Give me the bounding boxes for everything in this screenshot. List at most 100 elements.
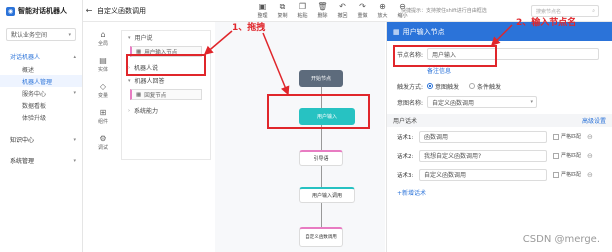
strict-match-checkbox[interactable]	[553, 171, 559, 178]
utterance-section-header: 用户话术 高级设置	[387, 114, 612, 127]
strict-match-label: 严格匹配	[561, 153, 582, 159]
trigger-row: 触发方式: 意图触发 条件触发	[387, 78, 612, 94]
utterance-label: 话术3:	[397, 172, 414, 179]
utterance-input[interactable]: 自定义函数调用	[419, 168, 547, 181]
lib-section-system[interactable]: › 系统能力	[122, 104, 210, 117]
vtab-component[interactable]: ⊞ 组件	[93, 108, 113, 134]
toolbar-button-copy[interactable]: ⧉ 复制	[273, 2, 292, 19]
flow-node-start[interactable]: 开始节点	[299, 70, 343, 87]
utterance-row: 话术3: 自定义函数调用 严格匹配 ⊖	[387, 165, 612, 184]
utterance-input[interactable]: 函数调用	[419, 130, 547, 143]
strict-match-label: 严格匹配	[561, 172, 582, 178]
left-sidebar: ◉ 智能对话机器人 默认业务空间 ▾ 对话机器人 ▴ 概述 机器人管理 服务中心…	[0, 0, 83, 252]
card-icon: ▤	[99, 56, 107, 65]
intent-select[interactable]: 自定义函数调用 ▾	[427, 96, 537, 108]
canvas-toolbar: ▣ 整理 ⧉ 复制 ❐ 粘贴 🗑 删除 ↶ 撤回 ↷ 重做 ⊕ 放大 ⊖ 缩小	[253, 2, 412, 19]
connector-line	[321, 203, 322, 227]
toolbar-button-paste[interactable]: ❐ 粘贴	[293, 2, 312, 19]
logo: ◉ 智能对话机器人	[0, 0, 82, 22]
trigger-option-condition[interactable]: 条件触发	[469, 82, 501, 91]
delete-icon: 🗑	[317, 2, 328, 11]
robot-icon: ◉	[6, 6, 15, 16]
node-library-panel: ▾ 用户说 ▦ 用户输入节点 › 机器人说 ▾ 机器人回答 ▦ 回复节点 › 系…	[121, 30, 211, 160]
nav-item-dashboard[interactable]: 数据看板	[0, 99, 82, 111]
chevron-down-icon: ▾	[128, 77, 131, 84]
nav-head-bot[interactable]: 对话机器人 ▴	[0, 50, 82, 63]
chevron-down-icon: ▾	[128, 34, 131, 41]
grid-icon: ▦	[393, 27, 400, 36]
copy-icon: ⧉	[279, 2, 286, 11]
utterance-input[interactable]: 我想自定义函数调用?	[419, 149, 547, 162]
toolbar-button-zoom-in[interactable]: ⊕ 放大	[373, 2, 392, 19]
nav-group-knowledge: 知识中心 ▾	[0, 133, 82, 146]
toolbar-button-redo[interactable]: ↷ 重做	[353, 2, 372, 19]
annotation-box-node-name	[393, 45, 497, 67]
trigger-option-intent[interactable]: 意图触发	[427, 82, 459, 91]
nav-group-bot: 对话机器人 ▴ 概述 机器人管理 服务中心 ▾ 数据看板 体验升级	[0, 50, 82, 123]
undo-icon: ↶	[339, 2, 346, 11]
delete-icon[interactable]: ⊖	[587, 152, 593, 160]
lib-node-reply[interactable]: ▦ 回复节点	[130, 89, 202, 100]
business-space-select[interactable]: 默认业务空间 ▾	[6, 28, 76, 41]
delete-icon[interactable]: ⊖	[587, 171, 593, 179]
utterance-label: 话术2:	[397, 153, 414, 160]
variable-icon: ◇	[99, 82, 107, 91]
connector-line	[321, 166, 322, 187]
annotation-box-canvas-node	[267, 94, 370, 129]
radio-icon	[469, 83, 476, 89]
add-utterance-link[interactable]: +新增话术	[397, 188, 426, 197]
chevron-down-icon: ▾	[68, 31, 71, 38]
vtab-debug[interactable]: ⚙ 调试	[93, 134, 113, 160]
redo-icon: ↷	[359, 2, 366, 11]
annotation-drag: 1、拖拽	[232, 23, 266, 33]
utterance-row: 话术1: 函数调用 严格匹配 ⊖	[387, 127, 612, 146]
toolbar-button-save[interactable]: ▣ 整理	[253, 2, 272, 19]
strict-match-checkbox[interactable]	[553, 152, 559, 159]
logo-text: 智能对话机器人	[18, 7, 67, 15]
vtab-home[interactable]: ⌂ 全局	[93, 30, 113, 56]
strict-match-checkbox[interactable]	[553, 133, 559, 140]
strict-match-label: 严格匹配	[561, 134, 582, 140]
app-root: ◉ 智能对话机器人 默认业务空间 ▾ 对话机器人 ▴ 概述 机器人管理 服务中心…	[0, 0, 612, 252]
flow-node-guide[interactable]: 引导语	[299, 150, 343, 166]
flow-node-custom-function[interactable]: 自定义函数调用	[299, 227, 343, 247]
watermark: CSDN @merge.	[522, 234, 600, 245]
back-arrow-icon[interactable]: ←	[83, 6, 95, 15]
nav-item-bot-manage[interactable]: 机器人管理	[0, 75, 82, 87]
nav-item-overview[interactable]: 概述	[0, 63, 82, 75]
chevron-up-icon: ▴	[73, 53, 76, 60]
nav-head-knowledge[interactable]: 知识中心 ▾	[0, 133, 82, 146]
advanced-settings-link[interactable]: 高级设置	[582, 116, 606, 125]
chevron-right-icon: ›	[128, 107, 130, 114]
home-icon: ⌂	[100, 30, 106, 39]
utterance-row: 话术2: 我想自定义函数调用? 严格匹配 ⊖	[387, 146, 612, 165]
vtab-variable[interactable]: ◇ 变量	[93, 82, 113, 108]
paste-icon: ❐	[298, 2, 307, 11]
debug-icon: ⚙	[99, 134, 107, 143]
shortcut-hint: 快捷提示：支持按住shift进行自由框选	[401, 8, 487, 14]
toolbar-button-undo[interactable]: ↶ 撤回	[333, 2, 352, 19]
vtab-card[interactable]: ▤ 实体	[93, 56, 113, 82]
component-icon: ⊞	[99, 108, 107, 117]
intent-row: 意图名称: 自定义函数调用 ▾	[387, 94, 612, 110]
radio-checked-icon	[427, 83, 433, 89]
annotation-input-name: 2、输入节点名	[516, 18, 577, 28]
page-title: 自定义函数调用	[97, 6, 146, 15]
nav-head-system[interactable]: 系统管理 ▾	[0, 154, 82, 167]
utterance-list: 话术1: 函数调用 严格匹配 ⊖ 话术2: 我想自定义函数调用? 严格匹配 ⊖ 话术3: 自定义函…	[387, 127, 612, 184]
delete-icon[interactable]: ⊖	[587, 133, 593, 141]
zoom-in-icon: ⊕	[379, 2, 386, 11]
search-icon: ⌕	[592, 8, 595, 14]
grid-icon: ▦	[136, 91, 142, 98]
trigger-label: 触发方式:	[397, 83, 424, 91]
utterance-label: 话术1:	[397, 134, 414, 141]
lib-section-user-says[interactable]: ▾ 用户说	[122, 31, 210, 44]
flow-node-user-input-tip[interactable]: 用户输入调用	[299, 187, 355, 203]
flow-canvas[interactable]: 开始节点 用户输入 引导语 用户输入调用 自定义函数调用	[215, 22, 385, 252]
nav-item-upgrade[interactable]: 体验升级	[0, 111, 82, 123]
nav-item-service[interactable]: 服务中心 ▾	[0, 87, 82, 99]
nav-group-system: 系统管理 ▾	[0, 154, 82, 167]
vertical-tab-strip: ⌂ 全局 ▤ 实体 ◇ 变量 ⊞ 组件 ⚙ 调试	[93, 30, 113, 160]
toolbar-button-delete[interactable]: 🗑 删除	[313, 2, 332, 19]
annotation-box-library-node	[126, 54, 206, 76]
